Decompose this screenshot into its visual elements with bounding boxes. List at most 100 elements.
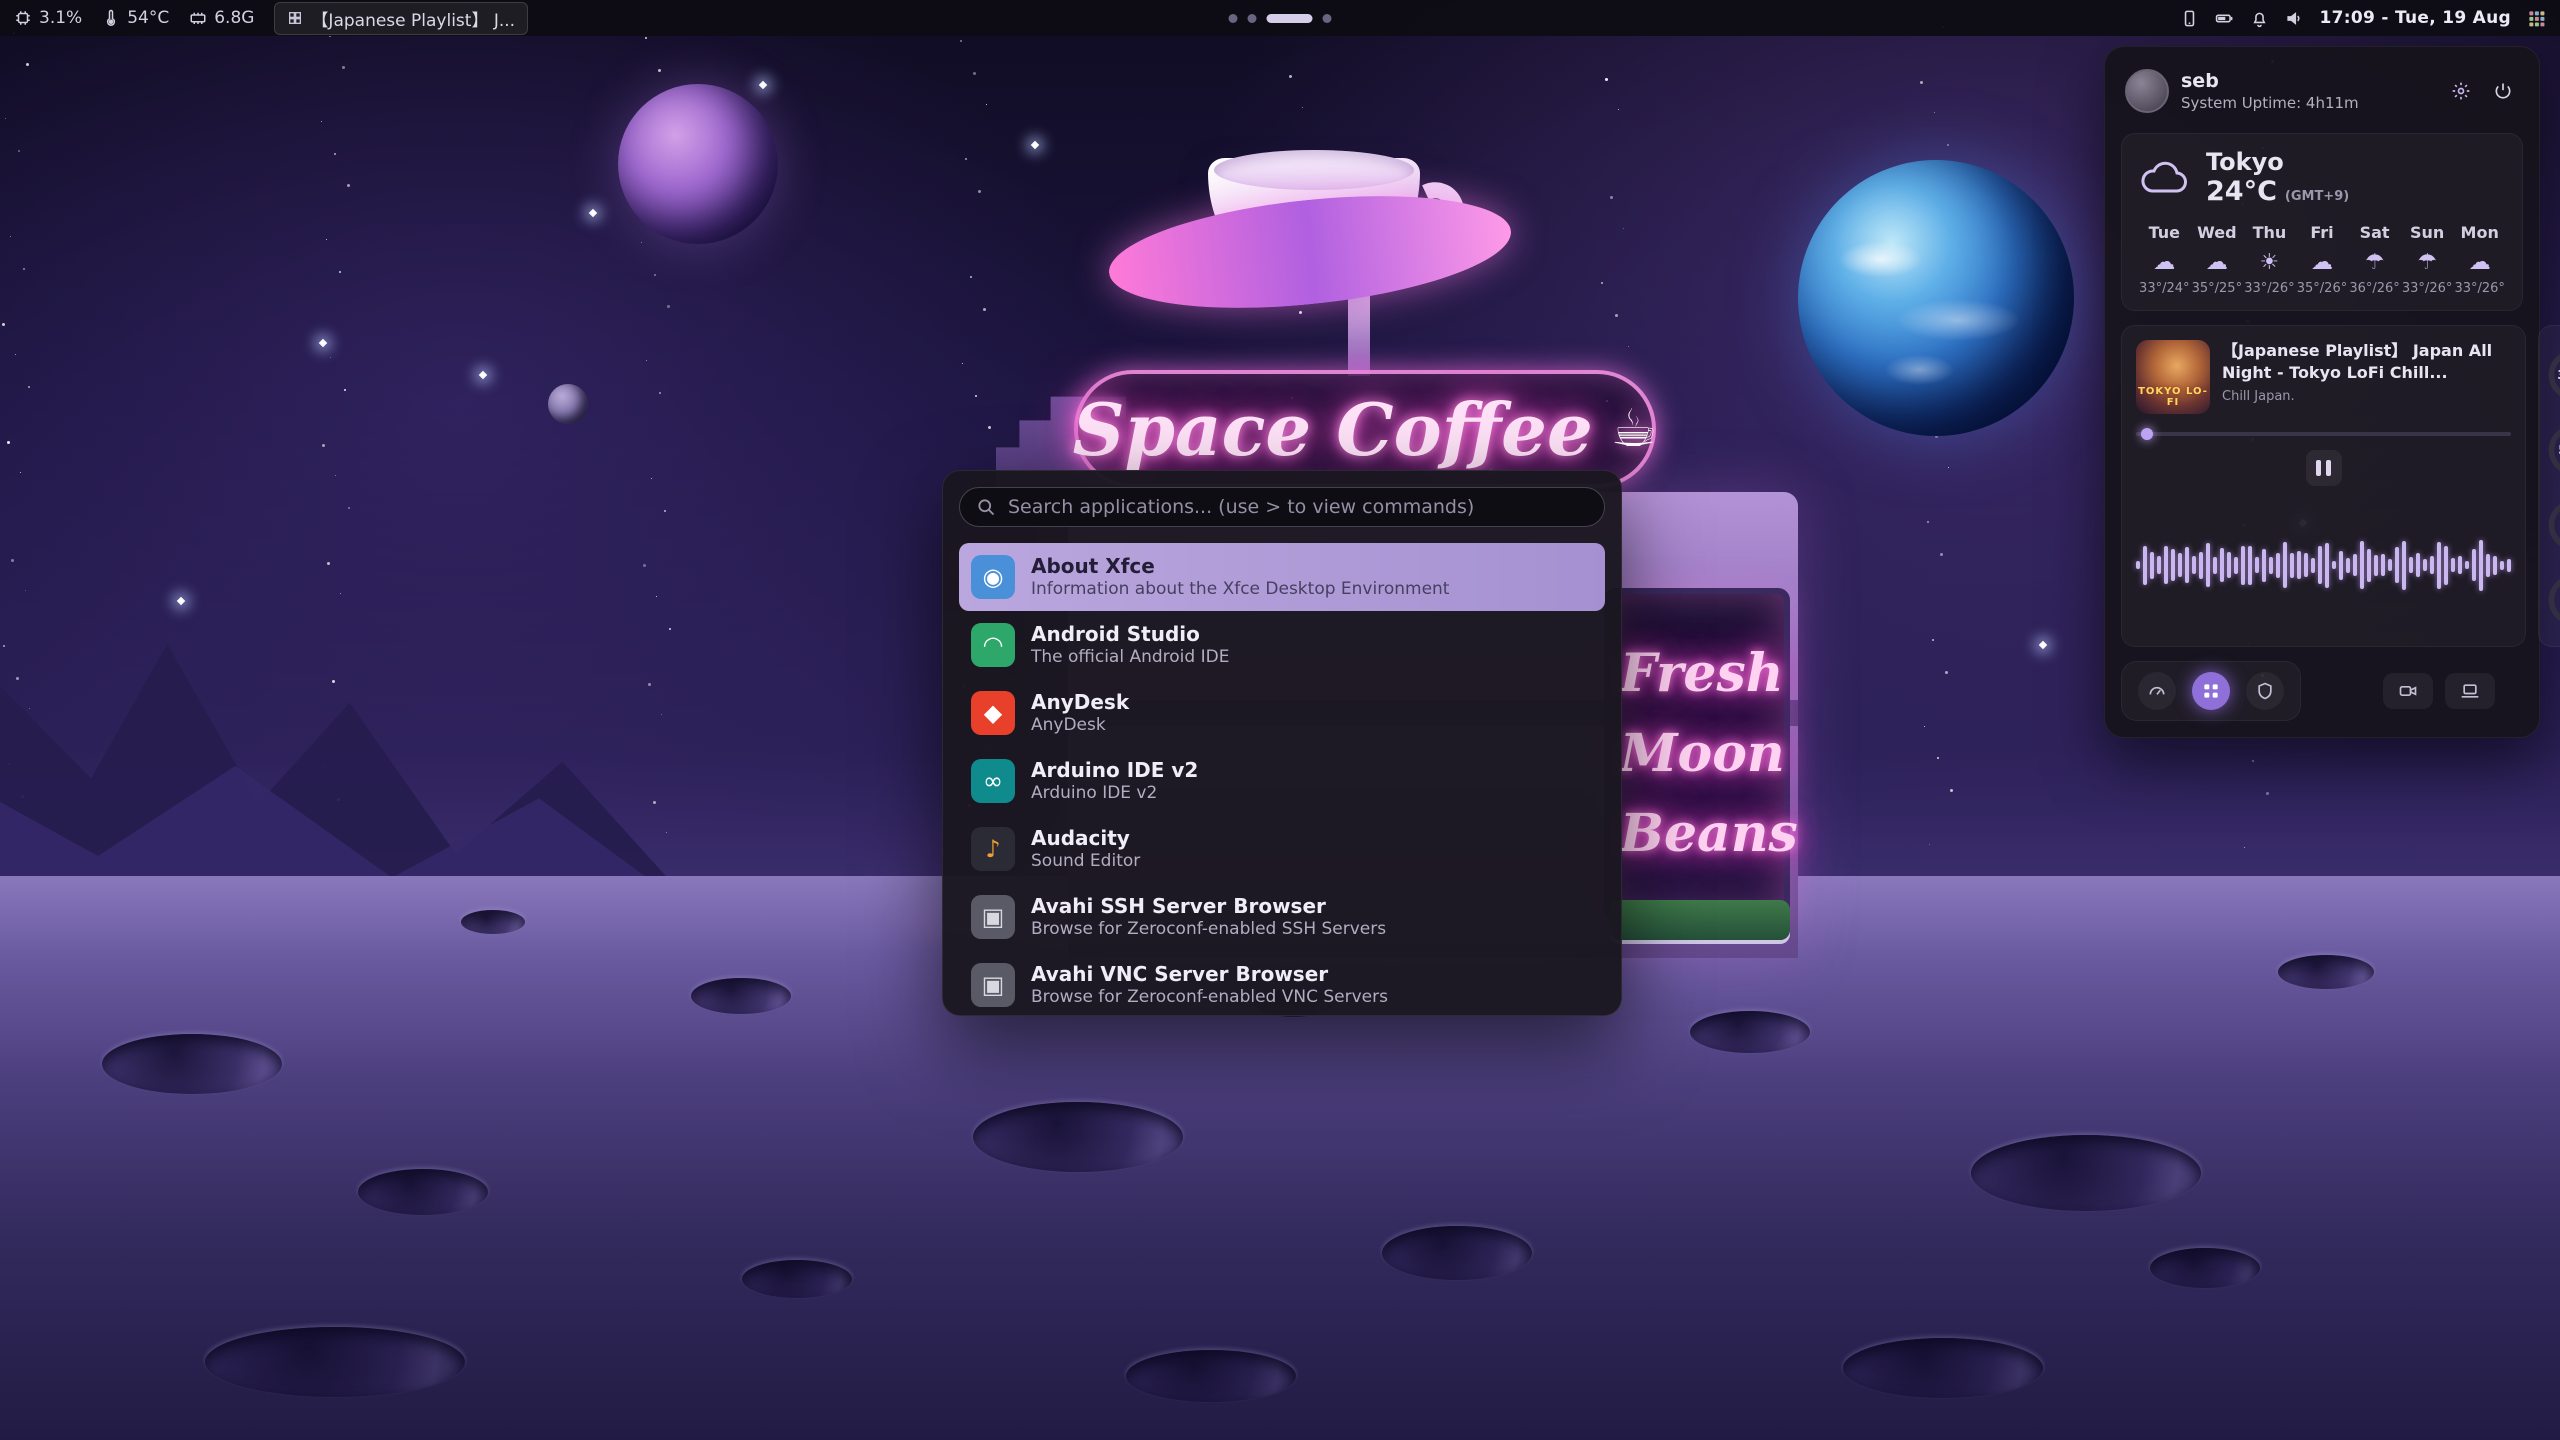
pause-button[interactable]	[2306, 450, 2342, 486]
anydesk-app-icon: ◆	[971, 691, 1015, 735]
android-studio-app-icon: ◠	[971, 623, 1015, 667]
forecast-rain-icon: ☂	[2401, 250, 2454, 275]
sign-text: Space Coffee	[1073, 387, 1593, 472]
search-input[interactable]	[1008, 496, 1588, 518]
widget-sidebar: seb System Uptime: 4h11m Tokyo 24°C (GMT…	[2104, 46, 2540, 738]
cpu-icon	[14, 9, 32, 27]
result-title: About Xfce	[1031, 554, 1449, 579]
shield-icon	[2255, 681, 2275, 701]
volume-icon[interactable]	[2285, 9, 2304, 28]
weather-city: Tokyo	[2206, 148, 2349, 176]
phone-link-icon[interactable]	[2180, 9, 2199, 28]
clock[interactable]: 17:09 - Tue, 19 Aug	[2320, 8, 2511, 28]
app-grid-button[interactable]	[2192, 672, 2230, 710]
forecast-day: Fri☁35°/26°	[2296, 223, 2349, 296]
system-monitor-button[interactable]	[2138, 672, 2176, 710]
weather-timezone: (GMT+9)	[2285, 189, 2349, 204]
search-icon	[976, 497, 996, 517]
user-name: seb	[2181, 70, 2359, 92]
virtual-keyboard-button[interactable]	[2445, 673, 2495, 709]
cpu-indicator: 3.1%	[14, 8, 82, 28]
forecast-day: Sat☂36°/26°	[2348, 223, 2401, 296]
power-icon	[2493, 81, 2513, 101]
user-card: seb System Uptime: 4h11m	[2121, 63, 2523, 119]
xfce-app-icon: ◉	[971, 555, 1015, 599]
window-neon-line: Fresh	[1620, 648, 1774, 700]
album-art-label: TOKYO LO-FI	[2136, 386, 2210, 408]
system-uptime: System Uptime: 4h11m	[2181, 94, 2359, 112]
result-title: Arduino IDE v2	[1031, 758, 1198, 783]
forecast-rain-icon: ☂	[2348, 250, 2401, 275]
forecast-day: Thu☀33°/26°	[2243, 223, 2296, 296]
forecast-cloud-icon: ☁	[2191, 250, 2244, 275]
result-subtitle: The official Android IDE	[1031, 647, 1229, 667]
arduino-app-icon: ∞	[971, 759, 1015, 803]
quick-actions-row	[2121, 661, 2523, 721]
launcher-search[interactable]	[959, 487, 1605, 527]
window-neon-line: Moon	[1620, 728, 1774, 780]
result-title: Avahi VNC Server Browser	[1031, 962, 1388, 987]
result-subtitle: Information about the Xfce Desktop Envir…	[1031, 579, 1449, 599]
launcher-result[interactable]: ◉ About Xfce Information about the Xfce …	[959, 543, 1605, 611]
taskbar-window-button[interactable]: 【Japanese Playlist】 J...	[274, 2, 528, 35]
avahi-ssh-app-icon: ▣	[971, 895, 1015, 939]
cup-stand	[1348, 286, 1370, 376]
window-neon-line: Beans	[1620, 808, 1774, 860]
settings-button[interactable]	[2445, 75, 2477, 107]
workspace-dot[interactable]	[1229, 14, 1238, 23]
workspace-switcher[interactable]	[1229, 0, 1332, 36]
launcher-result[interactable]: ▣ Avahi VNC Server Browser Browse for Ze…	[959, 951, 1605, 1019]
cup-rim	[1214, 150, 1414, 190]
avahi-vnc-app-icon: ▣	[971, 963, 1015, 1007]
forecast-day: Mon☁33°/26°	[2453, 223, 2506, 296]
coffee-cup-icon: ☕	[1611, 399, 1658, 459]
track-title: 【Japanese Playlist】 Japan All Night - To…	[2222, 340, 2511, 383]
cloud-icon	[2138, 158, 2190, 198]
workspace-dot[interactable]	[1248, 14, 1257, 23]
audio-waveform	[2136, 498, 2511, 632]
workspace-dot[interactable]	[1323, 14, 1332, 23]
forecast-day: Tue☁33°/24°	[2138, 223, 2191, 296]
screen-record-button[interactable]	[2383, 673, 2433, 709]
earth-planet	[1798, 160, 2074, 436]
gear-icon	[2451, 81, 2471, 101]
quick-toggle-group	[2121, 661, 2301, 721]
forecast-sun-icon: ☀	[2243, 250, 2296, 275]
notifications-bell-icon[interactable]	[2250, 9, 2269, 28]
ram-icon	[189, 9, 207, 27]
speedometer-icon	[2147, 681, 2167, 701]
temperature-indicator: 54°C	[102, 8, 169, 28]
launcher-result[interactable]: ◠ Android Studio The official Android ID…	[959, 611, 1605, 679]
media-player-widget: TOKYO LO-FI 【Japanese Playlist】 Japan Al…	[2121, 325, 2526, 647]
launcher-result[interactable]: ♪ Audacity Sound Editor	[959, 815, 1605, 883]
launcher-results: ◉ About Xfce Information about the Xfce …	[959, 543, 1605, 1019]
launcher-result[interactable]: ▣ Avahi SSH Server Browser Browse for Ze…	[959, 883, 1605, 951]
temperature-gauge: 54°C	[2545, 417, 2560, 481]
workspace-dot-active[interactable]	[1267, 14, 1313, 23]
forecast-cloud-icon: ☁	[2296, 250, 2349, 275]
purple-planet	[618, 84, 778, 244]
forecast-day: Sun☂33°/26°	[2401, 223, 2454, 296]
weather-widget: Tokyo 24°C (GMT+9) Tue☁33°/24° Wed☁35°/2…	[2121, 133, 2523, 311]
launcher-result[interactable]: ◆ AnyDesk AnyDesk	[959, 679, 1605, 747]
track-progress-bar[interactable]	[2136, 432, 2511, 436]
power-button[interactable]	[2487, 75, 2519, 107]
progress-handle[interactable]	[2141, 428, 2153, 440]
app-menu-icon[interactable]	[2527, 9, 2546, 28]
cpu-gauge: 3.1%	[2545, 342, 2560, 406]
top-panel: 3.1% 54°C 6.8G 【Japanese Playlist】 J... …	[0, 0, 2560, 36]
result-subtitle: Browse for Zeroconf-enabled VNC Servers	[1031, 987, 1388, 1007]
weather-forecast: Tue☁33°/24° Wed☁35°/25° Thu☀33°/26° Fri☁…	[2138, 223, 2506, 296]
result-title: Avahi SSH Server Browser	[1031, 894, 1386, 919]
laptop-icon	[2460, 681, 2480, 701]
result-subtitle: Browse for Zeroconf-enabled SSH Servers	[1031, 919, 1386, 939]
app-launcher: ◉ About Xfce Information about the Xfce …	[942, 470, 1622, 1016]
battery-icon[interactable]	[2215, 9, 2234, 28]
window-grid-icon	[287, 10, 303, 26]
privacy-shield-button[interactable]	[2246, 672, 2284, 710]
shop-planter	[1610, 900, 1790, 940]
forecast-day: Wed☁35°/25°	[2191, 223, 2244, 296]
launcher-result[interactable]: ∞ Arduino IDE v2 Arduino IDE v2	[959, 747, 1605, 815]
result-subtitle: AnyDesk	[1031, 715, 1129, 735]
result-subtitle: Arduino IDE v2	[1031, 783, 1198, 803]
